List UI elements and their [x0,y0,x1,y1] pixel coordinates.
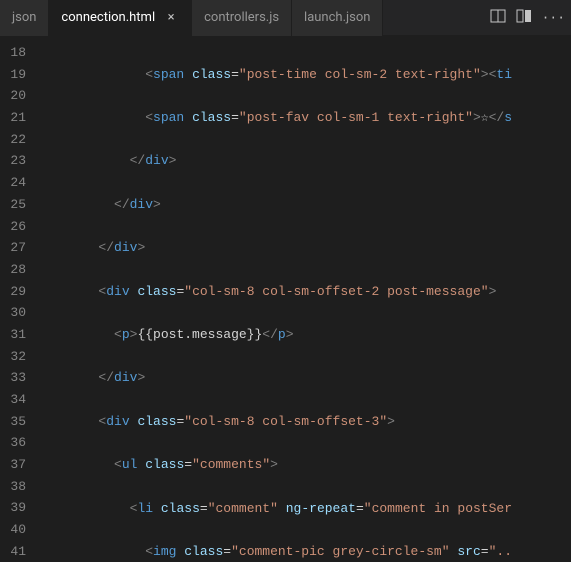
line-number: 24 [0,172,26,194]
line-number: 41 [0,541,26,562]
line-number: 30 [0,302,26,324]
tab-bar: json connection.html × controllers.js la… [0,0,571,36]
line-number: 22 [0,129,26,151]
code-line: <span class="post-fav col-sm-1 text-righ… [36,107,571,129]
tab-label: connection.html [61,10,155,25]
line-number: 40 [0,519,26,541]
code-line: </div> [36,367,571,389]
line-number: 21 [0,107,26,129]
split-icon[interactable] [516,8,532,28]
line-number: 32 [0,346,26,368]
line-number: 33 [0,367,26,389]
line-number: 25 [0,194,26,216]
editor[interactable]: 18 19 20 21 22 23 24 25 26 27 28 29 30 3… [0,36,571,562]
line-number: 23 [0,150,26,172]
tab-label: json [12,10,36,25]
code-line: </div> [36,194,571,216]
code-line: </div> [36,237,571,259]
tab-actions: ··· [490,8,571,28]
line-number: 20 [0,85,26,107]
line-number: 18 [0,42,26,64]
line-number: 34 [0,389,26,411]
code-line: <ul class="comments"> [36,454,571,476]
code-line: <img class="comment-pic grey-circle-sm" … [36,541,571,562]
line-number: 28 [0,259,26,281]
line-number-gutter: 18 19 20 21 22 23 24 25 26 27 28 29 30 3… [0,36,36,562]
code-line: <div class="col-sm-8 col-sm-offset-3"> [36,411,571,433]
line-number: 37 [0,454,26,476]
line-number: 39 [0,497,26,519]
code-line: <span class="post-time col-sm-2 text-rig… [36,64,571,86]
close-icon[interactable]: × [163,10,179,25]
code-line: </div> [36,150,571,172]
more-icon[interactable]: ··· [542,10,565,25]
line-number: 26 [0,216,26,238]
line-number: 27 [0,237,26,259]
line-number: 38 [0,476,26,498]
code-area[interactable]: <span class="post-time col-sm-2 text-rig… [36,36,571,562]
tab-label: launch.json [304,10,370,25]
line-number: 19 [0,64,26,86]
tab-label: controllers.js [204,10,279,25]
tab-controllers-js[interactable]: controllers.js [192,0,292,36]
tab-launch-json[interactable]: launch.json [292,0,383,36]
line-number: 35 [0,411,26,433]
code-line: <li class="comment" ng-repeat="comment i… [36,498,571,520]
code-line: <p>{{post.message}}</p> [36,324,571,346]
code-line: <div class="col-sm-8 col-sm-offset-2 pos… [36,281,571,303]
compare-icon[interactable] [490,8,506,28]
tab-json[interactable]: json [0,0,49,36]
line-number: 31 [0,324,26,346]
line-number: 36 [0,432,26,454]
line-number: 29 [0,281,26,303]
tab-connection-html[interactable]: connection.html × [49,0,192,36]
